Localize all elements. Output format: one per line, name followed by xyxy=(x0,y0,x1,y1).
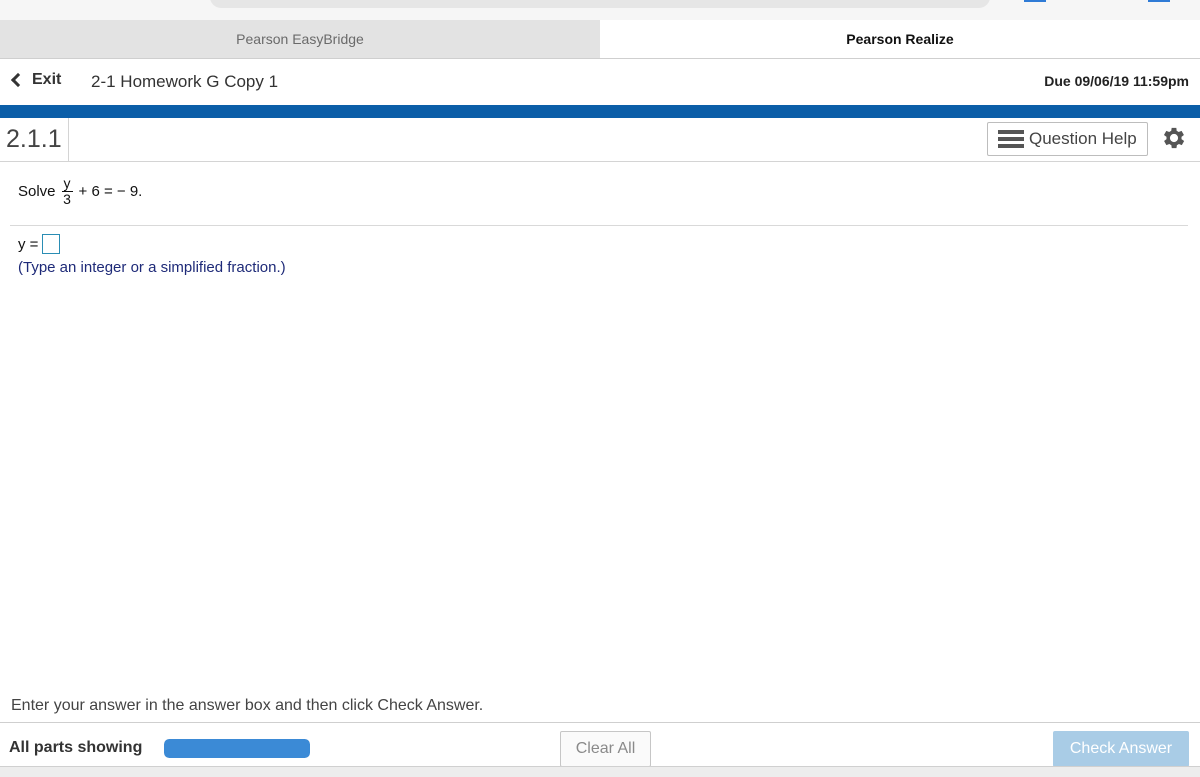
parts-label: All parts showing xyxy=(9,739,143,756)
toolbar-indicator-left xyxy=(1024,0,1046,2)
exit-label: Exit xyxy=(32,71,62,88)
parts-progress-bar xyxy=(164,739,310,758)
fraction-denominator: 3 xyxy=(63,191,71,207)
question-help-label: Question Help xyxy=(1029,129,1137,148)
footer-bar: All parts showing Clear All Check Answer xyxy=(0,722,1200,767)
header-accent-bar xyxy=(0,105,1200,118)
browser-toolbar xyxy=(0,0,1200,20)
answer-row: y = xyxy=(18,234,61,254)
fraction-numerator: y xyxy=(61,175,73,192)
assignment-title: 2-1 Homework G Copy 1 xyxy=(91,72,279,91)
divider xyxy=(10,225,1188,226)
address-bar[interactable] xyxy=(210,0,990,8)
list-icon xyxy=(998,130,1024,148)
toolbar-indicator-right xyxy=(1148,0,1170,2)
answer-hint: (Type an integer or a simplified fractio… xyxy=(18,259,286,276)
tab-label: Pearson Realize xyxy=(846,31,954,47)
tab-bar: Pearson EasyBridge × Pearson Realize xyxy=(0,20,1200,59)
gear-icon[interactable] xyxy=(1160,124,1188,152)
answer-input[interactable] xyxy=(42,234,61,254)
parts-progress-fill xyxy=(164,739,310,758)
question-header: 2.1.1 Question Help xyxy=(0,118,1200,162)
prompt-suffix: + 6 = − 9. xyxy=(78,183,143,200)
instructions-text: Enter your answer in the answer box and … xyxy=(11,697,484,714)
question-help-button[interactable]: Question Help xyxy=(987,122,1148,156)
question-number: 2.1.1 xyxy=(0,118,69,161)
prompt-prefix: Solve xyxy=(18,183,56,200)
tab-label: Pearson EasyBridge xyxy=(236,31,364,47)
tab-pearson-easybridge[interactable]: Pearson EasyBridge xyxy=(0,20,600,58)
assignment-header: Exit 2-1 Homework G Copy 1 Due 09/06/19 … xyxy=(0,59,1200,105)
bottom-strip xyxy=(0,766,1200,777)
tab-pearson-realize[interactable]: Pearson Realize xyxy=(600,20,1200,58)
fraction: y 3 xyxy=(61,175,73,207)
chevron-left-icon xyxy=(10,72,26,88)
check-answer-button[interactable]: Check Answer xyxy=(1053,731,1189,767)
question-prompt: Solve y 3 + 6 = − 9. xyxy=(18,176,142,207)
due-date: Due 09/06/19 11:59pm xyxy=(1044,73,1189,89)
exit-button[interactable]: Exit xyxy=(10,71,61,89)
clear-all-button[interactable]: Clear All xyxy=(560,731,651,767)
answer-label: y = xyxy=(18,235,39,253)
